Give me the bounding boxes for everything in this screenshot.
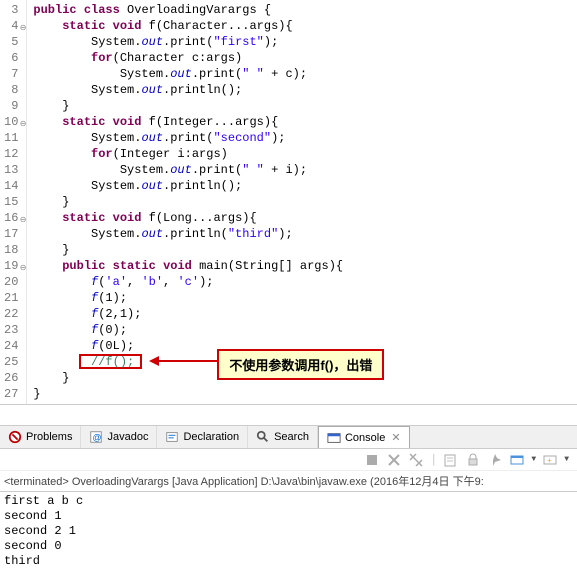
dropdown-icon[interactable]: ▼ bbox=[564, 455, 569, 464]
code-area[interactable]: 不使用参数调用f()，出错 public class OverloadingVa… bbox=[27, 0, 577, 404]
svg-text:+: + bbox=[547, 457, 552, 466]
pin-console-icon[interactable] bbox=[487, 452, 503, 468]
console-toolbar: | ▼ + ▼ bbox=[0, 449, 577, 471]
line-number: 14 bbox=[4, 178, 18, 194]
line-number: 18 bbox=[4, 242, 18, 258]
line-number: 19⊖ bbox=[4, 258, 18, 274]
tab-search[interactable]: Search bbox=[248, 426, 318, 448]
line-number: 11 bbox=[4, 130, 18, 146]
code-line[interactable]: f(0L); bbox=[33, 338, 577, 354]
code-line[interactable]: f(1); bbox=[33, 290, 577, 306]
console-process-label: <terminated> OverloadingVarargs [Java Ap… bbox=[0, 471, 577, 492]
tab-console[interactable]: Console ✕ bbox=[318, 426, 410, 448]
line-number: 16⊖ bbox=[4, 210, 18, 226]
line-number: 17 bbox=[4, 226, 18, 242]
tab-label: Javadoc bbox=[107, 431, 148, 443]
code-line[interactable]: System.out.print("first"); bbox=[33, 34, 577, 50]
tab-label: Console bbox=[345, 432, 385, 444]
line-number: 12 bbox=[4, 146, 18, 162]
console-line: second 1 bbox=[4, 509, 573, 524]
tab-javadoc[interactable]: @ Javadoc bbox=[81, 426, 157, 448]
console-line: third bbox=[4, 554, 573, 569]
svg-text:@: @ bbox=[93, 433, 102, 443]
line-number: 22 bbox=[4, 306, 18, 322]
console-icon bbox=[327, 431, 341, 445]
line-number: 10⊖ bbox=[4, 114, 18, 130]
line-number: 20 bbox=[4, 274, 18, 290]
code-line[interactable]: f(0); bbox=[33, 322, 577, 338]
code-line[interactable]: System.out.println("third"); bbox=[33, 226, 577, 242]
line-number: 15 bbox=[4, 194, 18, 210]
clear-console-icon[interactable] bbox=[443, 452, 459, 468]
code-line[interactable]: f(2,1); bbox=[33, 306, 577, 322]
console-line: first a b c bbox=[4, 494, 573, 509]
code-line[interactable]: //f(); bbox=[33, 354, 577, 370]
remove-launch-icon[interactable] bbox=[386, 452, 402, 468]
line-gutter: 34⊖5678910⊖111213141516⊖171819⊖202122232… bbox=[0, 0, 27, 404]
line-number: 25 bbox=[4, 354, 18, 370]
console-output[interactable]: first a b csecond 1second 2 1second 0thi… bbox=[0, 492, 577, 571]
code-line[interactable]: public static void main(String[] args){ bbox=[33, 258, 577, 274]
code-line[interactable]: } bbox=[33, 370, 577, 386]
tab-declaration[interactable]: Declaration bbox=[157, 426, 248, 448]
remove-all-icon[interactable] bbox=[408, 452, 424, 468]
code-line[interactable]: System.out.print(" " + c); bbox=[33, 66, 577, 82]
line-number: 7 bbox=[4, 66, 18, 82]
fold-icon[interactable]: ⊖ bbox=[17, 261, 26, 270]
code-line[interactable]: } bbox=[33, 98, 577, 114]
code-line[interactable]: for(Character c:args) bbox=[33, 50, 577, 66]
line-number: 21 bbox=[4, 290, 18, 306]
line-number: 5 bbox=[4, 34, 18, 50]
line-number: 26 bbox=[4, 370, 18, 386]
view-tabs: Problems @ Javadoc Declaration Search Co… bbox=[0, 425, 577, 449]
line-number: 27 bbox=[4, 386, 18, 402]
line-number: 24 bbox=[4, 338, 18, 354]
code-line[interactable]: System.out.println(); bbox=[33, 178, 577, 194]
tab-problems[interactable]: Problems bbox=[0, 426, 81, 448]
fold-icon[interactable]: ⊖ bbox=[17, 21, 26, 30]
declaration-icon bbox=[165, 430, 179, 444]
problems-icon bbox=[8, 430, 22, 444]
code-line[interactable]: } bbox=[33, 386, 577, 402]
open-console-icon[interactable]: + bbox=[542, 452, 558, 468]
code-line[interactable]: System.out.print("second"); bbox=[33, 130, 577, 146]
line-number: 6 bbox=[4, 50, 18, 66]
line-number: 3 bbox=[4, 2, 18, 18]
console-line: second 0 bbox=[4, 539, 573, 554]
tab-label: Search bbox=[274, 431, 309, 443]
code-line[interactable]: f('a', 'b', 'c'); bbox=[33, 274, 577, 290]
line-number: 23 bbox=[4, 322, 18, 338]
code-line[interactable]: public class OverloadingVarargs { bbox=[33, 2, 577, 18]
line-number: 4⊖ bbox=[4, 18, 18, 34]
console-line: second 2 1 bbox=[4, 524, 573, 539]
code-line[interactable]: System.out.println(); bbox=[33, 82, 577, 98]
tab-label: Problems bbox=[26, 431, 72, 443]
code-line[interactable]: } bbox=[33, 194, 577, 210]
code-line[interactable]: static void f(Long...args){ bbox=[33, 210, 577, 226]
fold-icon[interactable]: ⊖ bbox=[17, 117, 26, 126]
dropdown-icon[interactable]: ▼ bbox=[531, 455, 536, 464]
code-line[interactable]: } bbox=[33, 242, 577, 258]
tab-label: Declaration bbox=[183, 431, 239, 443]
code-line[interactable]: System.out.print(" " + i); bbox=[33, 162, 577, 178]
close-icon[interactable]: ✕ bbox=[391, 431, 400, 444]
code-line[interactable]: for(Integer i:args) bbox=[33, 146, 577, 162]
line-number: 8 bbox=[4, 82, 18, 98]
scroll-lock-icon[interactable] bbox=[465, 452, 481, 468]
code-line[interactable]: static void f(Character...args){ bbox=[33, 18, 577, 34]
terminate-icon[interactable] bbox=[364, 452, 380, 468]
code-editor[interactable]: 34⊖5678910⊖111213141516⊖171819⊖202122232… bbox=[0, 0, 577, 405]
display-console-icon[interactable] bbox=[509, 452, 525, 468]
search-icon bbox=[256, 430, 270, 444]
code-line[interactable]: static void f(Integer...args){ bbox=[33, 114, 577, 130]
line-number: 13 bbox=[4, 162, 18, 178]
line-number: 9 bbox=[4, 98, 18, 114]
fold-icon[interactable]: ⊖ bbox=[17, 213, 26, 222]
javadoc-icon: @ bbox=[89, 430, 103, 444]
